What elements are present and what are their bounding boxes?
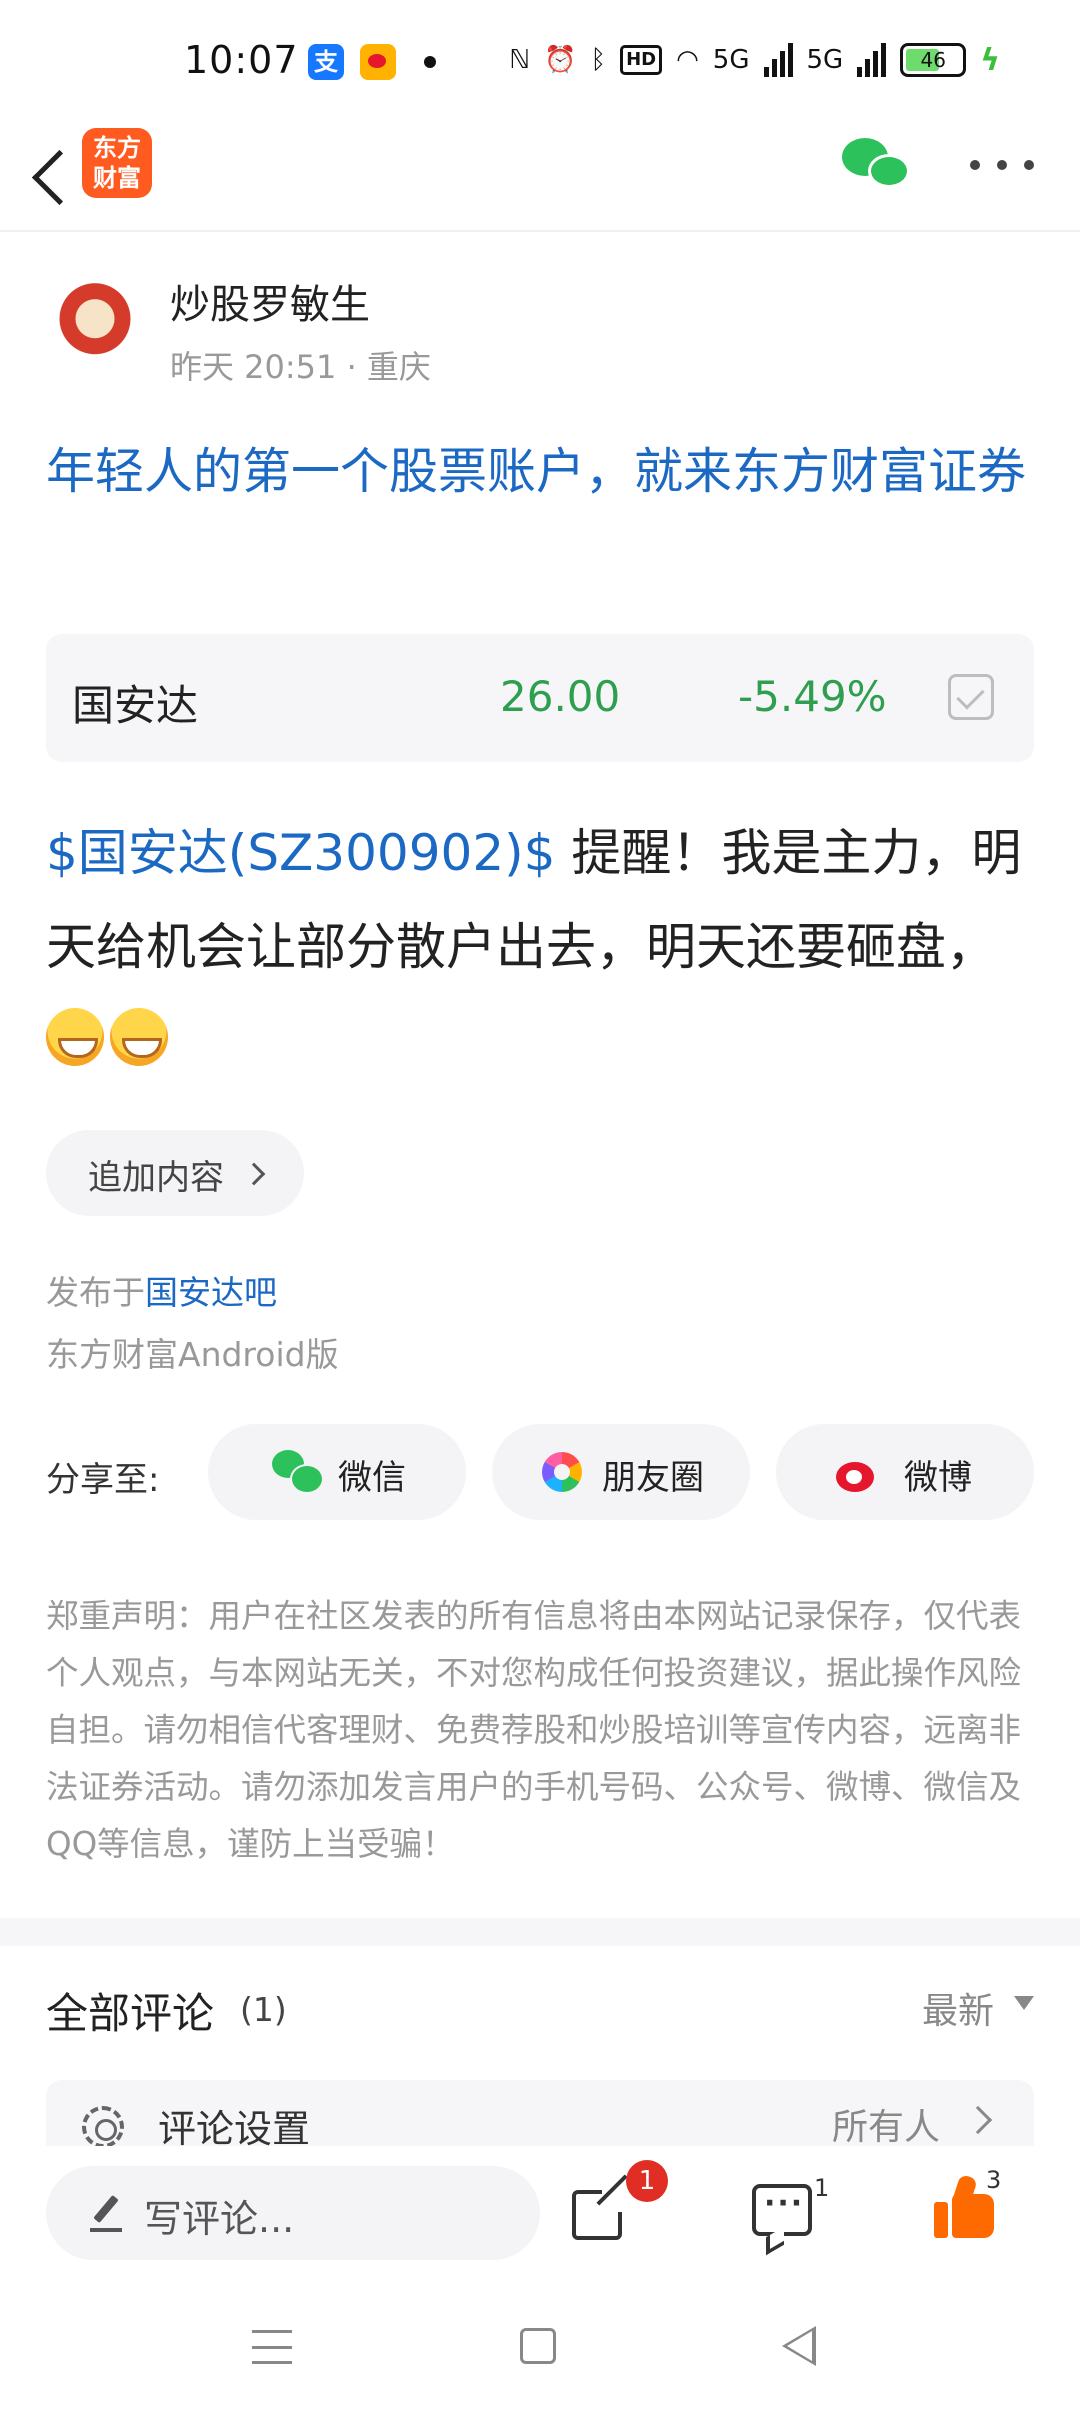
post-title-link[interactable]: 年轻人的第一个股票账户，就来东方财富证券: [46, 432, 1036, 512]
author-name[interactable]: 炒股罗敏生: [170, 272, 370, 330]
pencil-icon: [88, 2194, 124, 2234]
post-meta: 昨天 20:51 · 重庆: [170, 348, 431, 386]
wifi-icon: ◠: [676, 45, 699, 75]
share-weibo-label: 微博: [904, 1458, 972, 1498]
wechat-share-icon[interactable]: [842, 132, 912, 196]
signal-icon-2: [857, 43, 887, 77]
network-label-2: 5G: [806, 45, 844, 75]
comments-count: (1): [240, 1990, 287, 2029]
published-prefix: 发布于: [46, 1273, 145, 1312]
caret-down-icon[interactable]: [1014, 1996, 1034, 2010]
comment-count: 1: [814, 2174, 830, 2202]
gear-icon: [82, 2106, 124, 2146]
app-logo[interactable]: 东方财富: [82, 128, 152, 198]
stock-tag-link[interactable]: $国安达(SZ300902)$: [46, 824, 556, 882]
alipay-icon: 支: [308, 44, 344, 80]
app-header: 东方财富: [0, 120, 1080, 232]
menu-icon[interactable]: [252, 2330, 292, 2364]
comment-placeholder: 写评论...: [144, 2197, 295, 2241]
bluetooth-icon: ᛒ: [590, 45, 607, 75]
grin-emoji-icon: [110, 1008, 168, 1066]
post-body: $国安达(SZ300902)$ 提醒！我是主力，明天给机会让部分散户出去，明天还…: [46, 806, 1036, 1088]
hd-icon: HD: [620, 45, 663, 75]
network-label-1: 5G: [712, 45, 750, 75]
share-wechat-button[interactable]: 微信: [208, 1424, 466, 1520]
like-count: 3: [986, 2166, 1002, 2194]
author-avatar[interactable]: [52, 280, 138, 366]
share-moments-label: 朋友圈: [602, 1458, 704, 1498]
sort-dropdown[interactable]: 最新: [922, 1982, 994, 2034]
home-icon[interactable]: [520, 2328, 556, 2364]
stock-price: 26.00: [500, 672, 621, 721]
section-divider: [0, 1918, 1080, 1946]
comment-settings-value: 所有人: [832, 2107, 941, 2146]
chevron-right-icon: [242, 1162, 266, 1186]
weibo-icon: [836, 1454, 884, 1492]
stock-change: -5.49%: [738, 672, 887, 721]
stock-quote-card[interactable]: 国安达 26.00 -5.49%: [46, 634, 1034, 762]
notification-dot-icon: [424, 56, 436, 68]
status-time: 10:07: [184, 38, 299, 82]
published-in: 发布于国安达吧: [46, 1266, 277, 1314]
share-wechat-label: 微信: [338, 1458, 406, 1498]
weibo-notification-icon: [360, 44, 396, 80]
grin-emoji-icon: [46, 1008, 104, 1066]
wechat-icon: [272, 1450, 324, 1494]
comment-input[interactable]: 写评论...: [46, 2166, 540, 2260]
nfc-icon: ℕ: [509, 45, 531, 75]
charging-icon: ϟ: [980, 42, 1000, 78]
status-bar: 10:07 支 ℕ ⏰ ᛒ HD ◠ 5G 5G 46 ϟ: [0, 0, 1080, 120]
moments-icon: [542, 1452, 582, 1492]
comment-icon[interactable]: [752, 2184, 812, 2236]
share-moments-button[interactable]: 朋友圈: [492, 1424, 750, 1520]
append-content-label: 追加内容: [88, 1158, 224, 1198]
status-icons: ℕ ⏰ ᛒ HD ◠ 5G 5G 46 ϟ: [509, 38, 1000, 82]
like-thumb-icon[interactable]: [934, 2173, 994, 2240]
disclaimer-text: 郑重声明：用户在社区发表的所有信息将由本网站记录保存，仅代表个人观点，与本网站无…: [46, 1597, 1022, 1863]
share-badge: 1: [626, 2160, 668, 2202]
battery-level: 46: [920, 48, 946, 72]
system-nav-bar: [0, 2286, 1080, 2412]
append-content-button[interactable]: 追加内容: [46, 1130, 304, 1216]
signal-icon: [763, 43, 793, 77]
comment-settings-label: 评论设置: [158, 2107, 311, 2146]
battery-icon: 46: [900, 43, 967, 77]
share-weibo-button[interactable]: 微博: [776, 1424, 1034, 1520]
client-source: 东方财富Android版: [46, 1335, 339, 1374]
share-label: 分享至:: [46, 1460, 160, 1500]
comments-title: 全部评论: [46, 1989, 215, 2038]
stock-bar-link[interactable]: 国安达吧: [145, 1273, 277, 1312]
back-triangle-icon[interactable]: [782, 2326, 816, 2366]
more-options-button[interactable]: [970, 150, 1034, 180]
alarm-icon: ⏰: [544, 45, 577, 75]
back-button[interactable]: [22, 136, 82, 216]
add-watchlist-checkbox-icon[interactable]: [948, 674, 994, 720]
bottom-action-bar: 写评论... 1 1 3: [0, 2146, 1080, 2286]
stock-name: 国安达: [72, 681, 199, 730]
comment-settings-row[interactable]: 评论设置 所有人: [46, 2080, 1034, 2146]
chevron-right-icon: [963, 2105, 993, 2135]
